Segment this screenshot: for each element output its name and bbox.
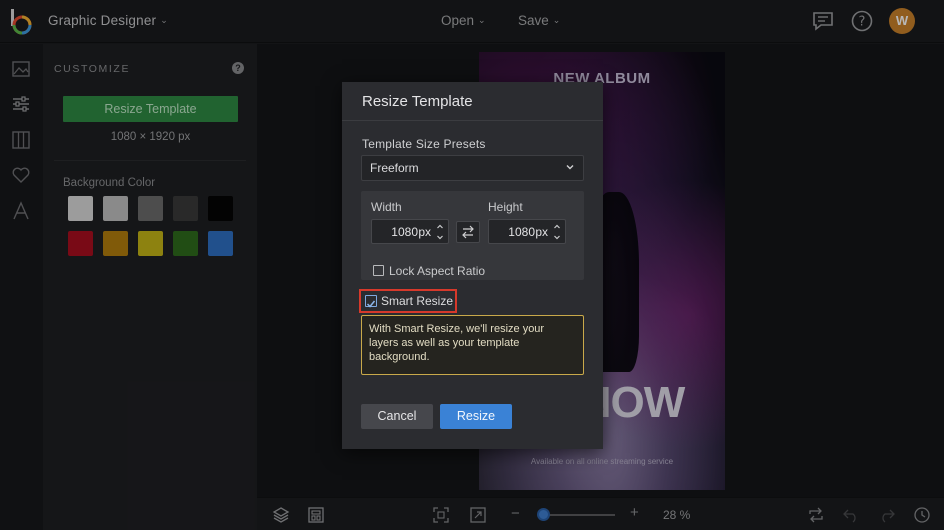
color-swatch[interactable]	[68, 231, 93, 256]
width-unit: px	[418, 225, 431, 239]
fit-screen-icon[interactable]	[432, 506, 450, 524]
chat-icon[interactable]	[812, 11, 834, 31]
background-color-label: Background Color	[63, 177, 156, 189]
redo-icon[interactable]	[878, 506, 896, 524]
left-tool-rail	[0, 44, 43, 530]
zoom-slider-handle[interactable]	[537, 508, 550, 521]
lock-aspect-ratio-label[interactable]: Lock Aspect Ratio	[389, 264, 485, 278]
layers-icon[interactable]	[272, 506, 290, 524]
lock-aspect-ratio-checkbox[interactable]	[373, 265, 384, 276]
image-icon[interactable]	[11, 59, 31, 79]
bottom-toolbar: − + 28 %	[257, 497, 944, 530]
color-swatch[interactable]	[138, 196, 163, 221]
swap-icon	[462, 225, 474, 239]
template-size-preset-select[interactable]: Freeform	[361, 155, 584, 181]
height-stepper[interactable]	[552, 222, 562, 242]
help-icon[interactable]: ?	[232, 62, 244, 74]
color-swatch[interactable]	[103, 196, 128, 221]
chevron-down-icon: ⌄	[160, 15, 168, 25]
preset-value: Freeform	[370, 161, 419, 175]
height-value: 1080	[508, 225, 535, 239]
top-bar: Graphic Designer ⌄ Open ⌄ Save ⌄ ? W	[0, 0, 944, 43]
color-swatch[interactable]	[68, 196, 93, 221]
resize-button[interactable]: Resize	[440, 404, 512, 429]
app-name-label: Graphic Designer	[48, 13, 157, 28]
width-input[interactable]: 1080 px	[371, 219, 449, 244]
zoom-value: 28 %	[663, 508, 691, 522]
checkmark-icon	[366, 300, 376, 308]
zoom-slider[interactable]	[543, 514, 615, 516]
smart-resize-checkbox[interactable]	[365, 295, 377, 308]
width-stepper[interactable]	[435, 222, 445, 242]
color-swatch[interactable]	[173, 231, 198, 256]
chevron-down-icon: ⌄	[552, 15, 561, 25]
color-swatch[interactable]	[138, 231, 163, 256]
repeat-icon[interactable]	[807, 506, 825, 524]
color-swatch[interactable]	[173, 196, 198, 221]
undo-icon[interactable]	[842, 506, 860, 524]
open-label: Open	[441, 13, 475, 28]
text-tool-icon[interactable]	[11, 201, 31, 221]
sliders-icon[interactable]	[11, 94, 31, 114]
dialog-title: Resize Template	[362, 93, 473, 110]
expand-icon[interactable]	[469, 506, 487, 524]
chevron-down-icon	[566, 165, 574, 170]
history-icon[interactable]	[913, 506, 931, 524]
template-icon[interactable]	[307, 506, 325, 524]
svg-text:?: ?	[859, 15, 866, 30]
help-icon[interactable]: ?	[851, 10, 873, 32]
customize-panel: CUSTOMIZE ? Resize Template 1080 × 1920 …	[43, 44, 257, 530]
resize-template-dialog: Resize Template Template Size Presets Fr…	[342, 82, 603, 449]
dialog-header: Resize Template	[342, 82, 603, 121]
width-value: 1080	[391, 225, 418, 239]
poster-subtitle[interactable]: Available on all online streaming servic…	[509, 457, 695, 466]
smart-resize-label[interactable]: Smart Resize	[381, 294, 453, 308]
divider	[54, 160, 246, 161]
chevron-down-icon: ⌄	[478, 15, 486, 25]
height-unit: px	[535, 225, 548, 239]
template-size-text: 1080 × 1920 px	[110, 131, 191, 143]
color-swatch[interactable]	[208, 196, 233, 221]
zoom-in-button[interactable]: +	[630, 504, 639, 521]
height-input[interactable]: 1080 px	[488, 219, 566, 244]
save-menu[interactable]: Save ⌄	[518, 13, 560, 28]
app-switcher[interactable]: Graphic Designer ⌄	[48, 13, 168, 28]
cancel-button[interactable]: Cancel	[361, 404, 433, 429]
color-swatch[interactable]	[103, 231, 128, 256]
smart-resize-info: With Smart Resize, we'll resize your lay…	[361, 315, 584, 375]
heart-icon[interactable]	[11, 165, 31, 185]
avatar[interactable]: W	[889, 8, 915, 34]
open-menu[interactable]: Open ⌄	[441, 13, 486, 28]
save-label: Save	[518, 13, 549, 28]
app-logo-icon[interactable]	[10, 9, 34, 35]
resize-template-button[interactable]: Resize Template	[63, 96, 238, 122]
width-label: Width	[371, 200, 402, 214]
swap-dimensions-button[interactable]	[456, 221, 480, 243]
presets-label: Template Size Presets	[362, 137, 486, 151]
smart-resize-highlight: Smart Resize	[359, 289, 457, 313]
color-swatch[interactable]	[208, 231, 233, 256]
panel-title: CUSTOMIZE	[54, 63, 131, 75]
dimensions-panel: Width Height 1080 px 1080 px Lock Aspect…	[361, 191, 584, 280]
zoom-out-button[interactable]: −	[511, 505, 520, 522]
height-label: Height	[488, 200, 523, 214]
layout-grid-icon[interactable]	[11, 130, 31, 150]
